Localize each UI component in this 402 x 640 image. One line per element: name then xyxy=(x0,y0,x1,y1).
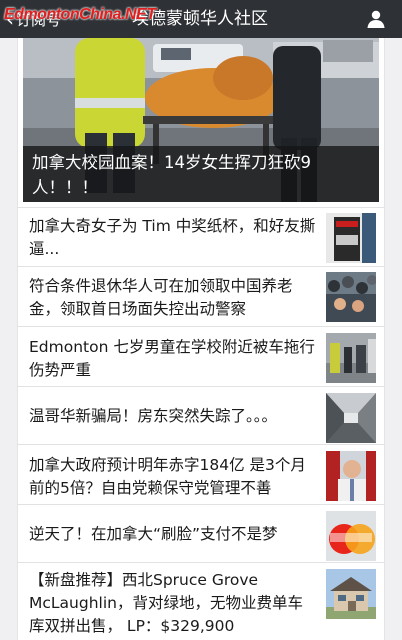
nav-bar: ‹ 订阅号 埃德蒙顿华人社区 EdmontonChina.NET xyxy=(0,0,402,38)
list-item[interactable]: Edmonton 七岁男童在学校附近被车拖行伤势严重 xyxy=(17,326,385,386)
hero-title: 加拿大校园血案！14岁女生挥刀狂砍9人！！！ xyxy=(23,146,379,202)
hero-article[interactable]: 加拿大校园血案！14岁女生挥刀狂砍9人！！！ xyxy=(23,38,379,202)
user-profile-icon[interactable] xyxy=(366,9,386,29)
article-title: 加拿大政府预计明年赤字184亿 是3个月前的5倍？自由党赖保守党管理不善 xyxy=(29,456,306,497)
street-scene-thumbnail xyxy=(326,333,376,383)
hallway-thumbnail xyxy=(326,393,376,443)
tim-cup-thumbnail xyxy=(326,213,376,263)
list-item[interactable]: 【新盘推荐】西北Spruce Grove McLaughlin，背对绿地，无物业… xyxy=(17,562,385,640)
list-item[interactable]: 逆天了！在加拿大“刷脸”支付不是梦 xyxy=(17,504,385,562)
site-watermark: EdmontonChina.NET xyxy=(4,6,156,23)
article-title: 温哥华新骗局！房东突然失踪了。。。 xyxy=(29,407,278,425)
article-title: 符合条件退休华人可在加领取中国养老金，领取首日场面失控出动警察 xyxy=(29,277,293,318)
list-item[interactable]: 加拿大奇女子为 Tim 中奖纸杯，和好友撕逼... xyxy=(17,207,385,266)
list-item[interactable]: 符合条件退休华人可在加领取中国养老金，领取首日场面失控出动警察 xyxy=(17,266,385,326)
article-title: 加拿大奇女子为 Tim 中奖纸杯，和好友撕逼... xyxy=(29,217,316,258)
list-item[interactable]: 加拿大政府预计明年赤字184亿 是3个月前的5倍？自由党赖保守党管理不善 xyxy=(17,444,385,504)
article-title: 逆天了！在加拿大“刷脸”支付不是梦 xyxy=(29,525,278,543)
article-title: 【新盘推荐】西北Spruce Grove McLaughlin，背对绿地，无物业… xyxy=(29,571,303,635)
crowd-thumbnail xyxy=(326,272,376,322)
politician-thumbnail xyxy=(326,451,376,501)
mastercard-thumbnail xyxy=(326,511,376,561)
house-thumbnail xyxy=(326,569,376,619)
list-item[interactable]: 温哥华新骗局！房东突然失踪了。。。 xyxy=(17,386,385,444)
article-title: Edmonton 七岁男童在学校附近被车拖行伤势严重 xyxy=(29,338,315,379)
